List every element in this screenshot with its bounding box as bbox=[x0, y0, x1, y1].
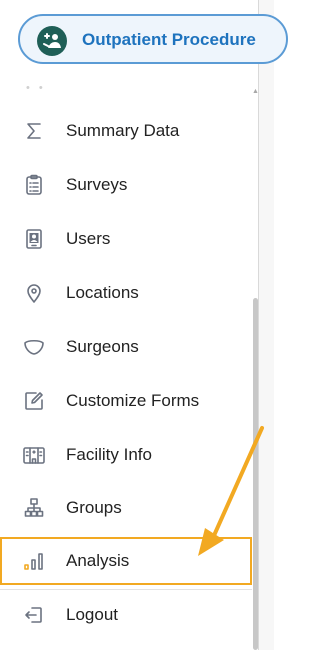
sidebar-item-label: Logout bbox=[66, 605, 118, 624]
logout-icon bbox=[25, 607, 42, 623]
building-icon bbox=[23, 447, 45, 464]
sidebar-item-label: Surveys bbox=[66, 175, 128, 194]
sidebar-item-customize-forms[interactable]: Customize Forms bbox=[0, 377, 252, 425]
clipboard-icon bbox=[26, 174, 42, 195]
shield-icon bbox=[24, 339, 44, 355]
user-badge-icon bbox=[26, 229, 42, 249]
sidebar-item-groups[interactable]: Groups bbox=[0, 484, 252, 532]
hierarchy-icon bbox=[24, 498, 44, 517]
sidebar-scrollbar-thumb[interactable] bbox=[253, 298, 258, 650]
menu-divider bbox=[0, 589, 252, 590]
sigma-icon bbox=[27, 123, 41, 139]
sidebar-item-label: Analysis bbox=[66, 551, 130, 570]
sidebar-item-surveys[interactable]: Surveys bbox=[0, 161, 252, 209]
sidebar-item-label: Locations bbox=[66, 283, 139, 302]
sidebar-item-surgeons[interactable]: Surgeons bbox=[0, 323, 252, 371]
content-edge bbox=[259, 0, 274, 650]
sidebar-item-analysis[interactable]: Analysis bbox=[0, 537, 252, 585]
map-pin-icon bbox=[27, 284, 41, 303]
scroll-up-arrow-icon[interactable]: ▲ bbox=[252, 88, 259, 95]
sidebar-item-label: Groups bbox=[66, 498, 122, 517]
sidebar-item-locations[interactable]: Locations bbox=[0, 269, 252, 317]
app-title: Outpatient Procedure bbox=[82, 30, 256, 49]
sidebar-header: Outpatient Procedure bbox=[0, 0, 288, 78]
sidebar-item-summary-data[interactable]: Summary Data bbox=[0, 107, 252, 155]
sidebar-item-facility-info[interactable]: Facility Info bbox=[0, 431, 252, 479]
sidebar-item-label: Customize Forms bbox=[66, 391, 200, 410]
sidebar-item-label: Facility Info bbox=[66, 445, 152, 464]
sidebar-item-logout[interactable]: Logout bbox=[0, 591, 252, 639]
bar-chart-icon bbox=[24, 553, 43, 570]
sidebar-panel: Outpatient Procedure • • Summary Data Su… bbox=[0, 0, 288, 650]
app-switcher-pill[interactable]: Outpatient Procedure bbox=[18, 14, 288, 64]
sidebar-item-label: Surgeons bbox=[66, 337, 139, 356]
app-logo-icon bbox=[37, 26, 67, 56]
edit-form-icon bbox=[25, 392, 43, 410]
sidebar-item-label: Summary Data bbox=[66, 121, 180, 140]
sidebar-item-label: Users bbox=[66, 229, 111, 248]
sidebar-item-users[interactable]: Users bbox=[0, 215, 252, 263]
collapsed-items-indicator: • • bbox=[26, 82, 46, 94]
